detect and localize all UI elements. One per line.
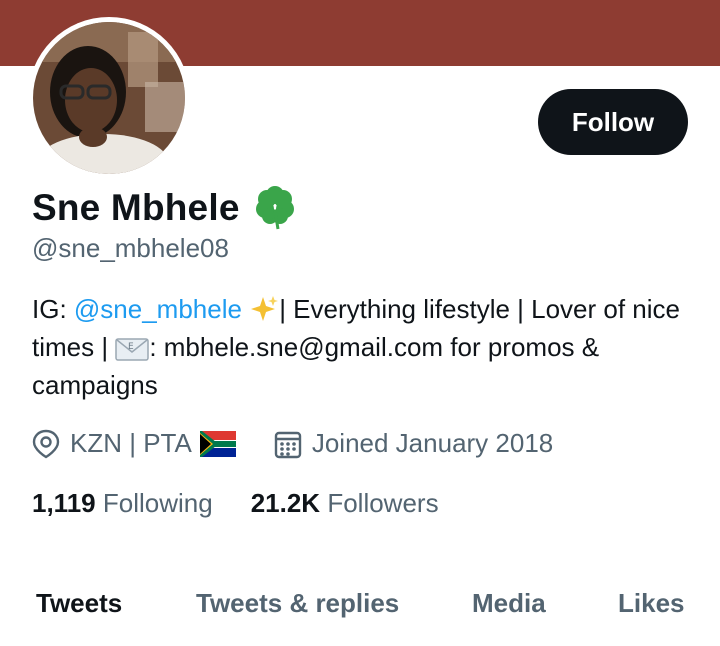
followers-stat[interactable]: 21.2K Followers (251, 488, 439, 519)
avatar-photo (33, 22, 185, 174)
location: KZN | PTA (32, 428, 246, 459)
location-pin-icon (32, 429, 60, 458)
location-text: KZN | PTA (70, 428, 192, 458)
followers-count: 21.2K (250, 488, 321, 518)
join-date: Joined January 2018 (274, 428, 553, 459)
calendar-icon (274, 431, 302, 458)
shamrock-icon (255, 186, 294, 230)
following-label: Following (102, 488, 213, 518)
profile-handle: @sne_mbhele08 (32, 233, 229, 263)
profile-name: Sne Mbhele (32, 187, 240, 228)
profile-tabs: Tweets Tweets & replies Media Likes (0, 578, 720, 638)
profile-meta: KZN | PTA Joined January 2018 (32, 428, 553, 459)
bio-ig-prefix: IG: (32, 294, 74, 324)
sparkles-icon (251, 296, 279, 321)
follow-button[interactable]: Follow (538, 89, 688, 155)
profile-bio: IG: @sne_mbhele | Everything lifestyle |… (32, 290, 692, 404)
tab-media[interactable]: Media (472, 588, 546, 619)
envelope-icon: E (115, 338, 150, 361)
following-stat[interactable]: 1,119 Following (32, 488, 213, 519)
profile-name-row: Sne Mbhele (32, 185, 298, 231)
tab-tweets-replies[interactable]: Tweets & replies (196, 588, 399, 619)
following-count: 1,119 (32, 488, 96, 518)
tab-tweets[interactable]: Tweets (36, 588, 122, 619)
bio-ig-link[interactable]: @sne_mbhele (74, 294, 242, 324)
profile-stats: 1,119 Following 21.2K Followers (32, 488, 477, 519)
avatar[interactable] (28, 17, 190, 179)
tab-likes[interactable]: Likes (618, 588, 685, 619)
followers-label: Followers (327, 488, 439, 518)
svg-text:E: E (128, 342, 134, 352)
join-date-text: Joined January 2018 (311, 428, 554, 458)
south-africa-flag-icon (199, 430, 236, 457)
